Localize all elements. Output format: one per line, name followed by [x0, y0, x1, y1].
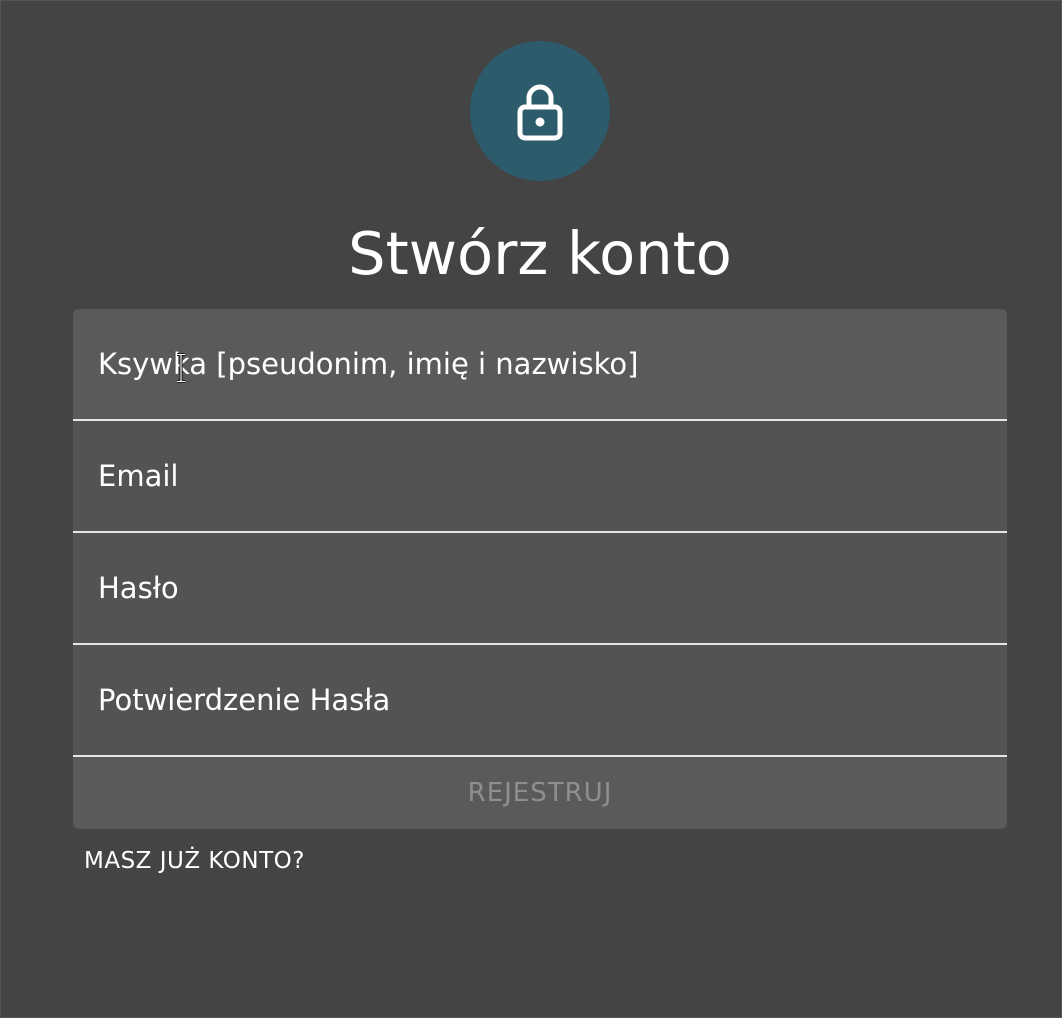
- login-link[interactable]: MASZ JUŻ KONTO?: [84, 846, 305, 876]
- page-title: Stwórz konto: [348, 219, 732, 288]
- register-button[interactable]: REJESTRUJ: [73, 757, 1007, 829]
- password-input[interactable]: [73, 533, 1007, 643]
- avatar: [470, 41, 610, 181]
- nickname-input[interactable]: [73, 309, 1007, 419]
- text-cursor-icon: [177, 353, 185, 383]
- password-confirm-field: [73, 645, 1007, 757]
- register-form: REJESTRUJ: [73, 309, 1007, 829]
- email-field: [73, 421, 1007, 533]
- email-input[interactable]: [73, 421, 1007, 531]
- password-field: [73, 533, 1007, 645]
- lock-icon: [517, 84, 563, 141]
- password-confirm-input[interactable]: [73, 645, 1007, 755]
- nickname-field: [73, 309, 1007, 421]
